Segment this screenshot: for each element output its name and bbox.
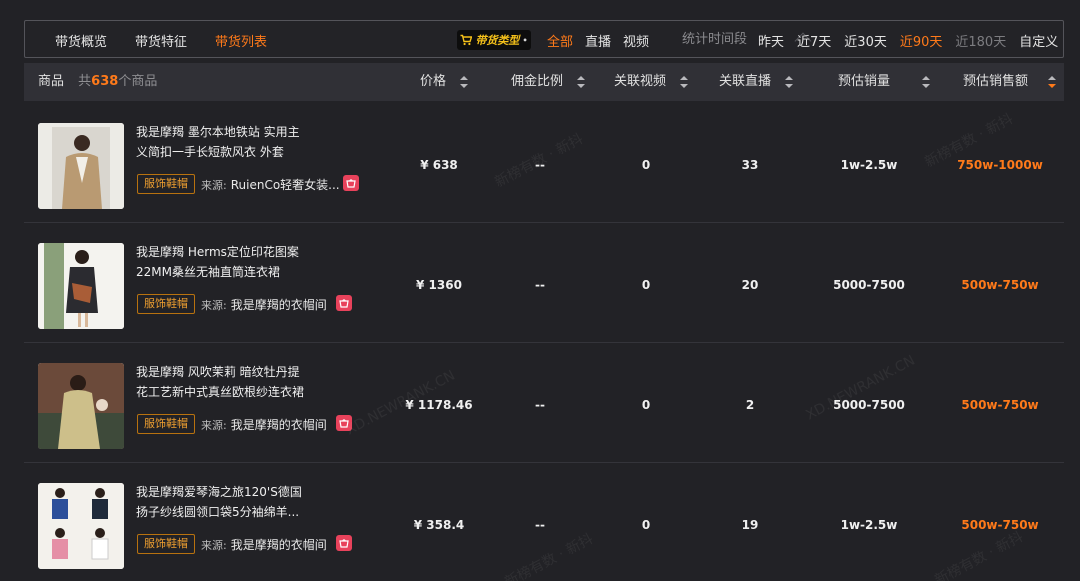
tab-product-list[interactable]: 带货列表 <box>215 31 267 50</box>
sales-type-label: 带货类型 <box>475 34 520 47</box>
product-thumbnail[interactable] <box>38 243 124 329</box>
shop-icon[interactable] <box>336 295 352 311</box>
videos-cell: 0 <box>641 158 651 172</box>
time-option-180d[interactable]: 近180天 <box>955 31 1006 50</box>
tab-features[interactable]: 带货特征 <box>135 31 187 50</box>
header-commission[interactable]: 佣金比例 <box>511 63 586 101</box>
category-tag: 服饰鞋帽 <box>137 534 195 554</box>
product-title[interactable]: 我是摩羯爱琴海之旅120'S德国 扬子纱线圆领口袋5分袖绵羊... <box>136 482 336 522</box>
shop-icon[interactable] <box>343 175 359 191</box>
time-range-label: 统计时间段 <box>682 32 748 47</box>
price-cell: ¥ 1178.46 <box>405 398 473 412</box>
header-product-label: 商品 <box>38 74 65 89</box>
product-source: 来源: 我是摩羯的衣帽间 <box>201 298 327 312</box>
lives-cell: 19 <box>741 518 759 532</box>
source-shop[interactable]: 我是摩羯的衣帽间 <box>231 418 327 432</box>
shop-icon[interactable] <box>336 535 352 551</box>
sales-cell: 5000-7500 <box>833 278 905 292</box>
sort-icon[interactable] <box>785 75 794 88</box>
header-lives[interactable]: 关联直播 <box>719 63 794 101</box>
sales-cell: 5000-7500 <box>833 398 905 412</box>
table-row[interactable]: 我是摩羯 Herms定位印花图案 22MM桑丝无袖直筒连衣裙 服饰鞋帽 来源: 我… <box>24 223 1064 343</box>
lives-cell: 2 <box>745 398 755 412</box>
tab-overview[interactable]: 带货概览 <box>55 31 107 50</box>
table-row[interactable]: 我是摩羯 风吹茉莉 暗纹牡丹提 花工艺新中式真丝欧根纱连衣裙 服饰鞋帽 来源: 我… <box>24 343 1064 463</box>
gmv-cell: 500w-750w <box>961 518 1039 532</box>
header-price[interactable]: 价格 <box>420 63 469 101</box>
commission-cell: -- <box>535 158 545 172</box>
product-thumbnail[interactable] <box>38 123 124 209</box>
header-sales[interactable]: 预估销量 <box>838 63 931 101</box>
sort-icon[interactable] <box>1048 75 1057 88</box>
category-tag: 服饰鞋帽 <box>137 174 195 194</box>
header-videos[interactable]: 关联视频 <box>614 63 689 101</box>
product-thumbnail[interactable] <box>38 363 124 449</box>
type-option-live[interactable]: 直播 <box>585 31 611 50</box>
gmv-cell: 750w-1000w <box>957 158 1043 172</box>
header-product: 商品 共638个商品 <box>38 63 157 101</box>
gmv-cell: 500w-750w <box>961 278 1039 292</box>
product-table: 我是摩羯 墨尔本地铁站 实用主 义简扣一手长短款风衣 外套 服饰鞋帽 来源: Ru… <box>24 103 1064 581</box>
lives-cell: 33 <box>741 158 759 172</box>
product-source: 来源: RuienCo轻奢女装... <box>201 178 340 192</box>
sort-icon[interactable] <box>460 75 469 88</box>
price-cell: ¥ 358.4 <box>413 518 465 532</box>
type-option-all[interactable]: 全部 <box>547 31 573 50</box>
filter-bar: 带货概览 带货特征 带货列表 带货类型 • 全部 直播 视频 统计时间段 昨天 … <box>24 20 1064 58</box>
product-title[interactable]: 我是摩羯 墨尔本地铁站 实用主 义简扣一手长短款风衣 外套 <box>136 122 336 162</box>
table-header: 商品 共638个商品 价格 佣金比例 关联视频 关联直播 预估销量 预估销售额 <box>24 63 1064 101</box>
source-shop[interactable]: 我是摩羯的衣帽间 <box>231 298 327 312</box>
source-shop[interactable]: 我是摩羯的衣帽间 <box>231 538 327 552</box>
commission-cell: -- <box>535 398 545 412</box>
sort-icon[interactable] <box>680 75 689 88</box>
type-option-video[interactable]: 视频 <box>623 31 649 50</box>
category-tag: 服饰鞋帽 <box>137 294 195 314</box>
time-option-90d[interactable]: 近90天 <box>900 31 943 50</box>
main-tabs: 带货概览 带货特征 带货列表 <box>55 21 295 59</box>
sort-icon[interactable] <box>577 75 586 88</box>
header-gmv[interactable]: 预估销售额 <box>963 63 1057 101</box>
cart-icon <box>460 34 473 46</box>
product-title[interactable]: 我是摩羯 Herms定位印花图案 22MM桑丝无袖直筒连衣裙 <box>136 242 336 282</box>
time-options: 昨天 近7天 近30天 近90天 近180天 自定义 <box>758 21 1071 59</box>
sales-cell: 1w-2.5w <box>840 518 898 532</box>
sales-type-badge: 带货类型 • <box>457 30 531 50</box>
videos-cell: 0 <box>641 518 651 532</box>
gmv-cell: 500w-750w <box>961 398 1039 412</box>
price-cell: ¥ 638 <box>420 158 458 172</box>
product-source: 来源: 我是摩羯的衣帽间 <box>201 418 327 432</box>
type-options: 全部 直播 视频 <box>547 21 661 59</box>
videos-cell: 0 <box>641 278 651 292</box>
badge-dot: • <box>522 35 528 45</box>
table-row[interactable]: 我是摩羯爱琴海之旅120'S德国 扬子纱线圆领口袋5分袖绵羊... 服饰鞋帽 来… <box>24 463 1064 581</box>
price-cell: ¥ 1360 <box>416 278 462 292</box>
commission-cell: -- <box>535 518 545 532</box>
commission-cell: -- <box>535 278 545 292</box>
product-count: 共638个商品 <box>78 74 158 89</box>
shop-icon[interactable] <box>336 415 352 431</box>
videos-cell: 0 <box>641 398 651 412</box>
product-thumbnail[interactable] <box>38 483 124 569</box>
sort-icon[interactable] <box>922 75 931 88</box>
lives-cell: 20 <box>741 278 759 292</box>
table-row[interactable]: 我是摩羯 墨尔本地铁站 实用主 义简扣一手长短款风衣 外套 服饰鞋帽 来源: Ru… <box>24 103 1064 223</box>
product-source: 来源: 我是摩羯的衣帽间 <box>201 538 327 552</box>
sales-cell: 1w-2.5w <box>840 158 898 172</box>
source-shop[interactable]: RuienCo轻奢女装... <box>231 178 340 192</box>
time-option-7d[interactable]: 近7天 <box>797 31 831 50</box>
time-option-yesterday[interactable]: 昨天 <box>758 31 784 50</box>
product-title[interactable]: 我是摩羯 风吹茉莉 暗纹牡丹提 花工艺新中式真丝欧根纱连衣裙 <box>136 362 336 402</box>
category-tag: 服饰鞋帽 <box>137 414 195 434</box>
product-count-number: 638 <box>91 74 119 89</box>
time-option-30d[interactable]: 近30天 <box>844 31 887 50</box>
time-option-custom[interactable]: 自定义 <box>1019 31 1058 50</box>
